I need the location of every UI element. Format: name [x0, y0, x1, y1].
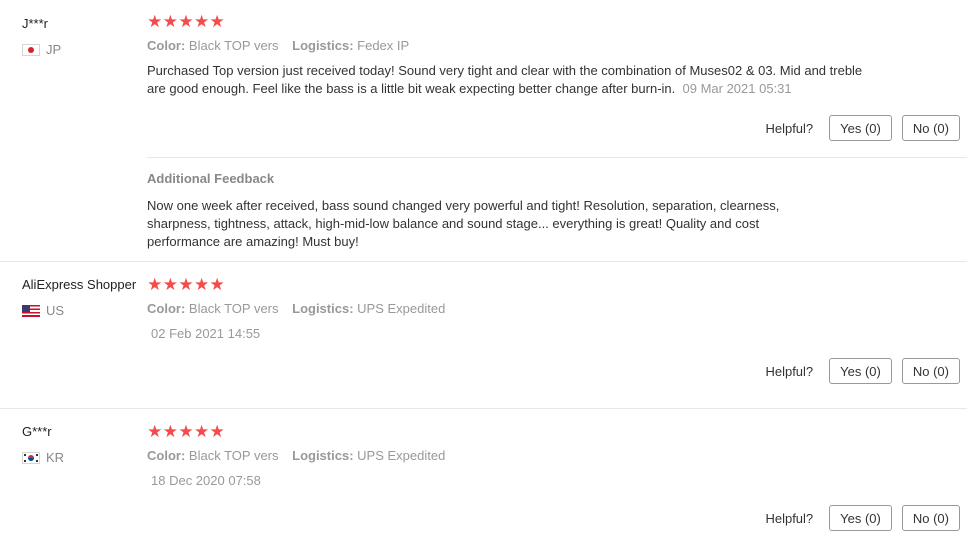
additional-feedback-text: Now one week after received, bass sound … [147, 198, 780, 249]
reviewer-country: JP [22, 42, 147, 57]
review-date: 09 Mar 2021 05:31 [682, 81, 792, 96]
helpful-label: Helpful? [765, 120, 814, 136]
reviewer-name: AliExpress Shopper [22, 277, 137, 292]
review-content: ★ ★ ★ ★ ★ Color: Black TOP vers Logistics: U… [147, 276, 967, 341]
star-icon: ★ [162, 275, 179, 294]
star-icon: ★ [162, 12, 179, 31]
star-icon: ★ [193, 422, 210, 441]
helpful-controls: Helpful? Yes (0) No (0) [765, 115, 960, 141]
star-icon: ★ [209, 12, 225, 31]
review-text: Purchased Top version just received toda… [147, 62, 877, 98]
helpful-label: Helpful? [765, 510, 814, 526]
star-icon: ★ [209, 422, 225, 441]
star-icon: ★ [147, 12, 163, 31]
color-value: Black TOP vers [188, 448, 279, 463]
color-value: Black TOP vers [188, 301, 279, 316]
review-divider [0, 408, 967, 409]
star-rating: ★ ★ ★ ★ ★ [147, 422, 967, 441]
star-icon: ★ [193, 12, 210, 31]
logistics-label: Logistics: [292, 38, 354, 53]
country-code: JP [46, 42, 62, 57]
helpful-no-button[interactable]: No (0) [901, 358, 960, 384]
color-label: Color: [147, 448, 186, 463]
reviewer-name: J***r [22, 16, 49, 31]
logistics-value: UPS Expedited [357, 448, 446, 463]
star-icon: ★ [178, 422, 194, 441]
star-icon: ★ [193, 275, 210, 294]
logistics-value: UPS Expedited [357, 301, 446, 316]
review-date: 18 Dec 2020 07:58 [151, 473, 261, 488]
reviewer-info: AliExpress Shopper US [22, 276, 147, 318]
reviewer-country: US [22, 303, 147, 318]
star-icon: ★ [147, 422, 163, 441]
helpful-controls: Helpful? Yes (0) No (0) [765, 358, 960, 384]
star-icon: ★ [209, 275, 225, 294]
logistics-label: Logistics: [292, 448, 354, 463]
kr-flag-icon [22, 451, 40, 464]
feedback-divider [147, 157, 967, 158]
helpful-yes-button[interactable]: Yes (0) [829, 358, 892, 384]
helpful-label: Helpful? [765, 363, 814, 379]
additional-feedback: Additional Feedback Now one week after r… [147, 171, 827, 251]
helpful-no-button[interactable]: No (0) [901, 505, 960, 531]
review-meta: Color: Black TOP vers Logistics: Fedex I… [147, 38, 967, 53]
color-label: Color: [147, 301, 186, 316]
color-value: Black TOP vers [188, 38, 279, 53]
helpful-yes-button[interactable]: Yes (0) [829, 505, 892, 531]
review-meta: Color: Black TOP vers Logistics: UPS Exp… [147, 301, 967, 316]
star-icon: ★ [178, 275, 194, 294]
country-code: US [46, 303, 65, 318]
logistics-value: Fedex IP [357, 38, 410, 53]
helpful-no-button[interactable]: No (0) [901, 115, 960, 141]
reviewer-name: G***r [22, 424, 52, 439]
star-icon: ★ [162, 422, 179, 441]
star-rating: ★ ★ ★ ★ ★ [147, 12, 967, 31]
review-divider [0, 261, 967, 262]
review-content: ★ ★ ★ ★ ★ Color: Black TOP vers Logistics: U… [147, 423, 967, 488]
color-label: Color: [147, 38, 186, 53]
review-date: 02 Feb 2021 14:55 [151, 326, 261, 341]
reviewer-country: KR [22, 450, 147, 465]
star-icon: ★ [147, 275, 163, 294]
country-code: KR [46, 450, 65, 465]
star-rating: ★ ★ ★ ★ ★ [147, 275, 967, 294]
additional-feedback-title: Additional Feedback [147, 171, 275, 186]
jp-flag-icon [22, 43, 40, 56]
helpful-yes-button[interactable]: Yes (0) [829, 115, 892, 141]
star-icon: ★ [178, 12, 194, 31]
review-meta: Color: Black TOP vers Logistics: UPS Exp… [147, 448, 967, 463]
reviewer-info: G***r KR [22, 423, 147, 465]
us-flag-icon [22, 304, 40, 317]
review-content: ★ ★ ★ ★ ★ Color: Black TOP vers Logistics: F… [147, 12, 967, 98]
logistics-label: Logistics: [292, 301, 354, 316]
reviewer-info: J***r JP [22, 14, 147, 57]
helpful-controls: Helpful? Yes (0) No (0) [765, 505, 960, 531]
